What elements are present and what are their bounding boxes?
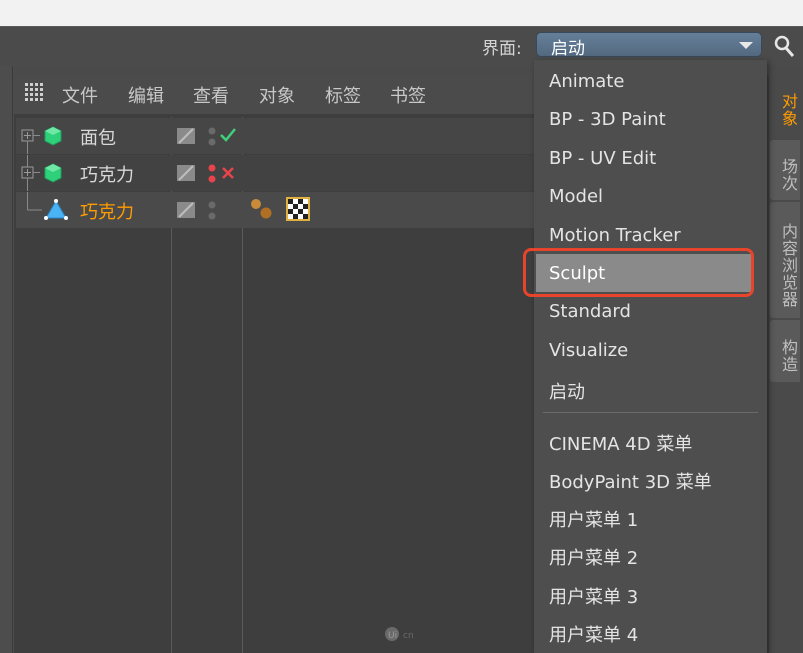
- visibility-dots-icon[interactable]: [206, 199, 218, 223]
- interface-select-value: 启动: [551, 39, 585, 59]
- enabled-check-icon[interactable]: [219, 127, 237, 143]
- object-name: 巧克力: [80, 165, 134, 186]
- annotation-highlight-box: [523, 248, 754, 297]
- dropdown-item-bp-3d-paint[interactable]: BP - 3D Paint: [549, 109, 666, 130]
- dropdown-item-user-menu-3[interactable]: 用户菜单 3: [549, 583, 638, 609]
- menu-view[interactable]: 查看: [193, 82, 229, 108]
- menu-bookmarks[interactable]: 书签: [390, 82, 426, 108]
- null-object-icon: [44, 163, 62, 183]
- object-row-selected[interactable]: 巧克力: [16, 192, 536, 228]
- dropdown-item-standard[interactable]: Standard: [549, 301, 631, 322]
- dropdown-separator: [543, 412, 758, 413]
- title-strip: [0, 0, 803, 26]
- dropdown-item-user-menu-2[interactable]: 用户菜单 2: [549, 544, 638, 570]
- polygon-object-icon: [44, 199, 68, 220]
- object-name: 巧克力: [80, 202, 134, 223]
- menu-edit[interactable]: 编辑: [128, 82, 164, 108]
- dropdown-item-visualize[interactable]: Visualize: [549, 340, 628, 361]
- left-panel-divider: [12, 66, 13, 653]
- search-icon[interactable]: [766, 32, 803, 60]
- chevron-down-icon: [739, 42, 753, 49]
- visibility-dots-icon[interactable]: [206, 125, 218, 149]
- layer-icon[interactable]: [176, 201, 196, 219]
- tab-structure[interactable]: 构造: [770, 320, 800, 382]
- layer-icon[interactable]: [176, 164, 196, 182]
- tab-content-browser[interactable]: 内容浏览器: [770, 202, 800, 318]
- phong-tag-icon[interactable]: [248, 196, 276, 222]
- dropdown-item-user-menu-4[interactable]: 用户菜单 4: [549, 621, 638, 647]
- dropdown-item-cinema4d-menu[interactable]: CINEMA 4D 菜单: [549, 430, 692, 456]
- dropdown-item-bp-uv-edit[interactable]: BP - UV Edit: [549, 148, 656, 169]
- menu-file[interactable]: 文件: [62, 82, 98, 108]
- interface-label: 界面:: [482, 39, 522, 59]
- watermark-logo: Ui cn: [383, 625, 423, 646]
- dropdown-item-bodypaint-menu[interactable]: BodyPaint 3D 菜单: [549, 468, 712, 494]
- object-row[interactable]: 巧克力: [16, 155, 536, 191]
- object-row[interactable]: 面包: [16, 118, 536, 154]
- dropdown-item-startup[interactable]: 启动: [549, 378, 585, 404]
- dropdown-item-user-menu-1[interactable]: 用户菜单 1: [549, 506, 638, 532]
- menu-tags[interactable]: 标签: [325, 82, 361, 108]
- dropdown-item-motion-tracker[interactable]: Motion Tracker: [549, 225, 681, 246]
- object-name: 面包: [80, 128, 116, 149]
- null-object-icon: [44, 126, 62, 146]
- tab-objects[interactable]: 对象: [770, 72, 800, 138]
- visibility-dots-icon[interactable]: [206, 162, 218, 186]
- menu-object[interactable]: 对象: [259, 82, 295, 108]
- grip-icon[interactable]: [24, 82, 44, 102]
- interface-select[interactable]: 启动: [536, 32, 762, 59]
- tab-takes[interactable]: 场次: [770, 140, 800, 200]
- dropdown-item-model[interactable]: Model: [549, 186, 603, 207]
- svg-text:cn: cn: [403, 631, 414, 641]
- material-tag-icon[interactable]: [286, 197, 310, 221]
- dropdown-item-animate[interactable]: Animate: [549, 71, 624, 92]
- svg-text:Ui: Ui: [388, 631, 397, 641]
- layer-icon[interactable]: [176, 127, 196, 145]
- disabled-cross-icon[interactable]: [220, 165, 236, 181]
